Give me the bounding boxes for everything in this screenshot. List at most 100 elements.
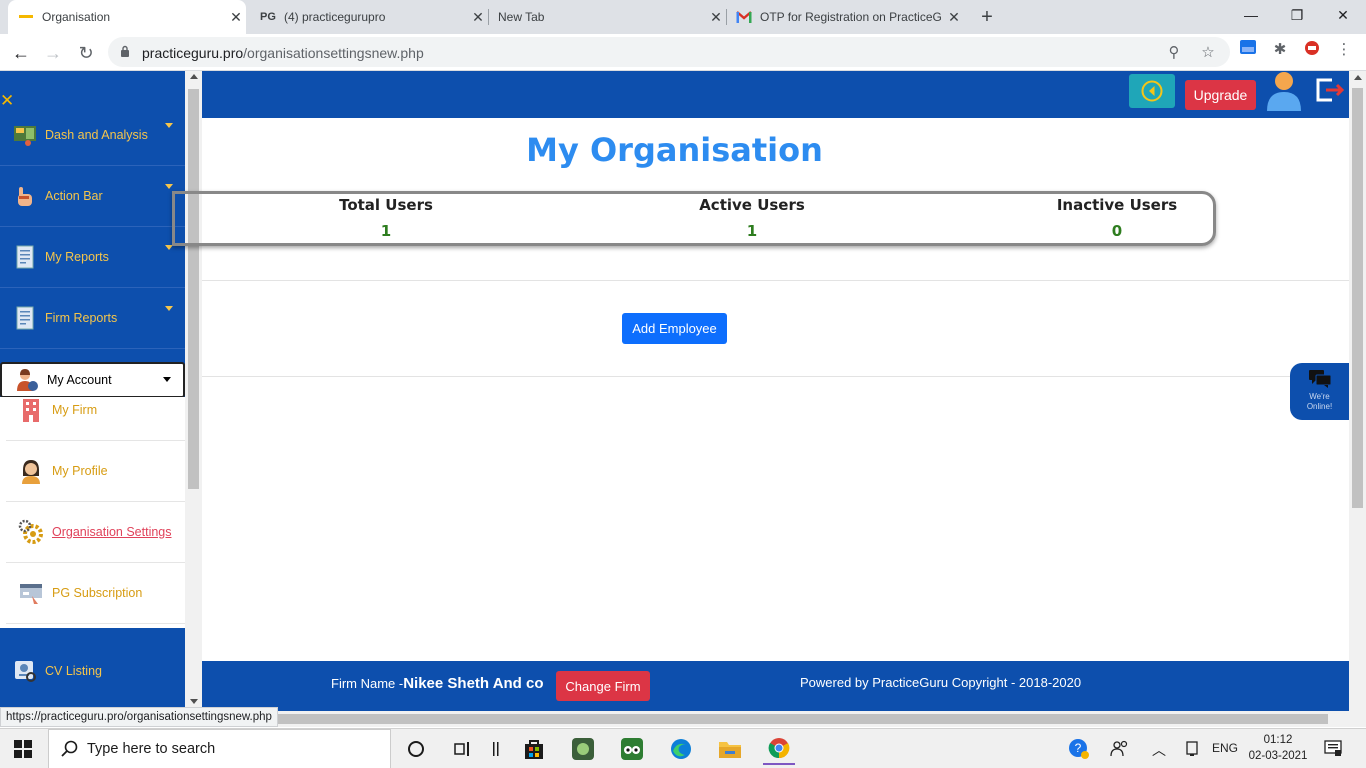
taskbar-search-box[interactable]: Type here to search (48, 729, 391, 768)
sidebar-item-cv-listing[interactable]: CV Listing (0, 640, 185, 701)
tab-close-icon[interactable]: ✕ (468, 9, 488, 26)
sidebar-item-label: Firm Reports (45, 311, 118, 325)
tab-practicegurupro[interactable]: PG (4) practicegurupro ✕ (250, 0, 488, 34)
my-account-submenu: My Firm My Profile Organisation Settings… (0, 397, 185, 628)
notifications-icon[interactable] (1324, 740, 1342, 759)
scroll-down-icon[interactable] (190, 699, 198, 704)
store-icon[interactable] (518, 733, 550, 765)
chrome-icon[interactable] (763, 733, 795, 765)
scroll-up-icon[interactable] (1354, 75, 1362, 80)
help-icon[interactable]: ? (1068, 738, 1090, 763)
sidebar-item-dash-and-analysis[interactable]: Dash and Analysis (0, 105, 185, 166)
chat-widget[interactable]: We're Online! (1290, 363, 1349, 420)
search-icon (61, 740, 78, 757)
tab-title: (4) practicegurupro (284, 10, 386, 24)
bookmark-star-icon[interactable]: ☆ (1198, 43, 1218, 63)
scroll-up-icon[interactable] (190, 74, 198, 79)
add-employee-button[interactable]: Add Employee (622, 313, 727, 344)
submenu-item-label: PG Subscription (52, 586, 143, 600)
scrollbar-thumb[interactable] (1352, 88, 1363, 508)
building-icon (23, 399, 39, 422)
submenu-item-organisation-settings[interactable]: Organisation Settings (6, 502, 185, 563)
new-tab-plus-icon[interactable]: + (976, 6, 998, 28)
windows-start-icon[interactable] (14, 740, 32, 758)
subscription-icon (20, 584, 42, 604)
extensions-puzzle-icon[interactable]: ✱ (1270, 40, 1290, 60)
profile-icon (22, 460, 40, 484)
zoom-search-icon[interactable]: ⚲ (1164, 43, 1184, 63)
browser-menu-icon[interactable]: ⋮ (1334, 40, 1354, 60)
back-circle-icon (1141, 80, 1163, 102)
hand-icon (18, 187, 32, 206)
sidebar-item-label: Dash and Analysis (45, 128, 148, 142)
back-button[interactable] (1129, 74, 1175, 108)
stat-inactive-users: Inactive Users 0 (1017, 196, 1217, 240)
search-placeholder: Type here to search (87, 741, 216, 757)
chevron-down-icon (165, 184, 173, 189)
tab-close-icon[interactable]: ✕ (944, 9, 964, 26)
submenu-item-label: My Profile (52, 464, 108, 478)
submenu-item-pg-subscription[interactable]: PG Subscription (6, 563, 185, 624)
extension-red-icon[interactable] (1302, 40, 1322, 60)
clock-time: 01:12 (1263, 734, 1293, 746)
sidebar-item-label: Action Bar (45, 189, 103, 203)
evernote-icon[interactable] (567, 733, 599, 765)
stat-value: 1 (380, 222, 392, 240)
tab-close-icon[interactable]: ✕ (226, 9, 246, 26)
stat-label: Total Users (339, 196, 433, 214)
user-avatar-icon[interactable] (1264, 71, 1304, 113)
extension-image-icon[interactable] (1238, 40, 1258, 60)
copyright-text: Powered by PracticeGuru Copyright - 2018… (800, 675, 1082, 690)
status-bar-url: https://practiceguru.pro/organisationset… (0, 707, 278, 727)
sidebar-scrollbar[interactable] (185, 71, 202, 711)
scrollbar-thumb[interactable] (188, 89, 199, 489)
tab-new-tab[interactable]: New Tab ✕ (488, 0, 726, 34)
back-arrow-icon[interactable]: ← (8, 40, 34, 66)
firm-name: Nikee Sheth And co (403, 675, 544, 692)
cv-icon (15, 660, 36, 682)
language-indicator[interactable]: ENG (1212, 741, 1238, 755)
sidebar-item-action-bar[interactable]: Action Bar (0, 166, 185, 227)
forward-arrow-icon[interactable]: → (40, 40, 66, 66)
divider-icon (480, 733, 512, 765)
upgrade-button[interactable]: Upgrade (1185, 80, 1256, 110)
windows-taskbar: Type here to search ? ︿ ENG 01:12 02-03-… (0, 728, 1366, 768)
report-icon (16, 306, 34, 330)
logout-icon[interactable] (1314, 78, 1346, 104)
file-explorer-icon[interactable] (714, 733, 746, 765)
tab-gmail-otp[interactable]: OTP for Registration on PracticeG ✕ (726, 0, 964, 34)
chat-status-text: We're Online! (1306, 392, 1333, 411)
submenu-item-my-firm[interactable]: My Firm (6, 380, 185, 441)
tripadvisor-icon[interactable] (616, 733, 648, 765)
pg-favicon-icon: PG (260, 11, 276, 23)
minimize-icon[interactable]: — (1228, 0, 1274, 30)
restore-icon[interactable]: ❐ (1274, 0, 1320, 30)
tab-title: New Tab (498, 10, 545, 24)
sidebar-item-my-reports[interactable]: My Reports (0, 227, 185, 288)
page-title: My Organisation (526, 131, 823, 169)
browser-tab-strip: Organisation ✕ PG (4) practicegurupro ✕ … (0, 0, 1366, 34)
chevron-up-icon[interactable]: ︿ (1152, 740, 1166, 760)
page-viewport: Upgrade ✕ Dash and Analysis Action Bar M… (0, 71, 1366, 711)
stat-total-users: Total Users 1 (286, 196, 486, 240)
browser-toolbar: ← → ↻ practiceguru.pro/organisationsetti… (0, 34, 1366, 71)
people-icon[interactable] (1110, 739, 1128, 760)
tab-close-icon[interactable]: ✕ (706, 9, 726, 26)
address-bar[interactable]: practiceguru.pro/organisationsettingsnew… (108, 37, 1230, 67)
task-view-icon[interactable] (447, 733, 479, 765)
submenu-item-my-profile[interactable]: My Profile (6, 441, 185, 502)
footer-bar: Firm Name -Nikee Sheth And co Change Fir… (202, 661, 1349, 711)
edge-icon[interactable] (665, 733, 697, 765)
clock-date: 02-03-2021 (1248, 750, 1308, 762)
page-scrollbar[interactable] (1349, 71, 1366, 711)
top-header-bar: Upgrade (0, 71, 1349, 118)
network-icon[interactable] (1184, 739, 1200, 760)
sidebar-item-firm-reports[interactable]: Firm Reports (0, 288, 185, 349)
reload-icon[interactable]: ↻ (73, 40, 99, 66)
change-firm-button[interactable]: Change Firm (556, 671, 650, 701)
cortana-icon[interactable] (400, 733, 432, 765)
stat-value: 1 (746, 222, 758, 240)
tab-organisation[interactable]: Organisation ✕ (8, 0, 246, 34)
close-window-icon[interactable]: ✕ (1320, 0, 1366, 30)
system-clock[interactable]: 01:12 02-03-2021 (1248, 732, 1308, 764)
